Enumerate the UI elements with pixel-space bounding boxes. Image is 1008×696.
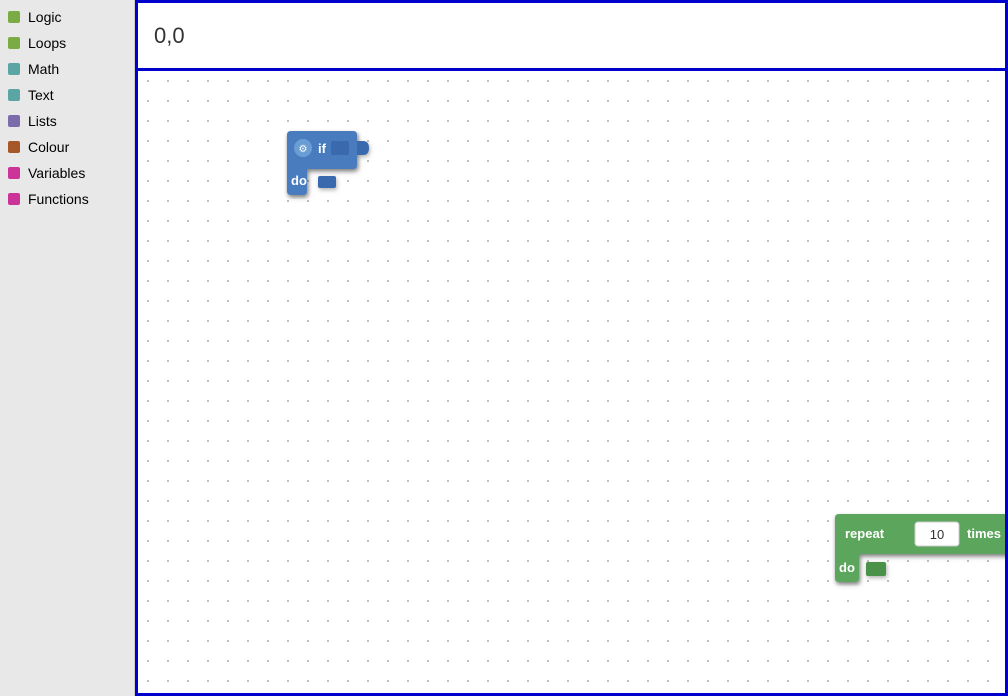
main-area: 0,0 ⚙ if [135, 0, 1008, 696]
coord-bar: 0,0 [135, 0, 1008, 68]
logic-label: Logic [28, 9, 61, 25]
coord-label: 0,0 [154, 23, 185, 49]
sidebar-item-text[interactable]: Text [0, 82, 134, 108]
loops-label: Loops [28, 35, 66, 51]
sidebar-item-logic[interactable]: Logic [0, 4, 134, 30]
repeat-block-svg: repeat 10 times do [831, 514, 1008, 586]
sidebar-item-lists[interactable]: Lists [0, 108, 134, 134]
svg-text:repeat: repeat [845, 526, 885, 541]
lists-color-dot [8, 115, 20, 127]
logic-color-dot [8, 11, 20, 23]
svg-text:do: do [839, 560, 855, 575]
svg-text:10: 10 [930, 527, 944, 542]
loops-color-dot [8, 37, 20, 49]
variables-color-dot [8, 167, 20, 179]
lists-label: Lists [28, 113, 57, 129]
functions-color-dot [8, 193, 20, 205]
colour-color-dot [8, 141, 20, 153]
if-label: if [318, 141, 327, 156]
functions-label: Functions [28, 191, 89, 207]
if-block-svg: ⚙ if do [283, 131, 373, 199]
text-color-dot [8, 89, 20, 101]
workspace[interactable]: ⚙ if do [135, 68, 1008, 696]
sidebar-item-loops[interactable]: Loops [0, 30, 134, 56]
colour-label: Colour [28, 139, 69, 155]
text-label: Text [28, 87, 54, 103]
variables-label: Variables [28, 165, 85, 181]
sidebar-item-colour[interactable]: Colour [0, 134, 134, 160]
math-label: Math [28, 61, 59, 77]
svg-text:times: times [967, 526, 1001, 541]
sidebar-item-functions[interactable]: Functions [0, 186, 134, 212]
sidebar: Logic Loops Math Text Lists Colour Variables Fu… [0, 0, 135, 696]
if-block[interactable]: ⚙ if do [283, 131, 373, 199]
repeat-block[interactable]: repeat 10 times do [831, 514, 1008, 586]
math-color-dot [8, 63, 20, 75]
svg-text:do: do [291, 173, 307, 188]
sidebar-item-variables[interactable]: Variables [0, 160, 134, 186]
sidebar-item-math[interactable]: Math [0, 56, 134, 82]
svg-text:⚙: ⚙ [299, 144, 308, 155]
